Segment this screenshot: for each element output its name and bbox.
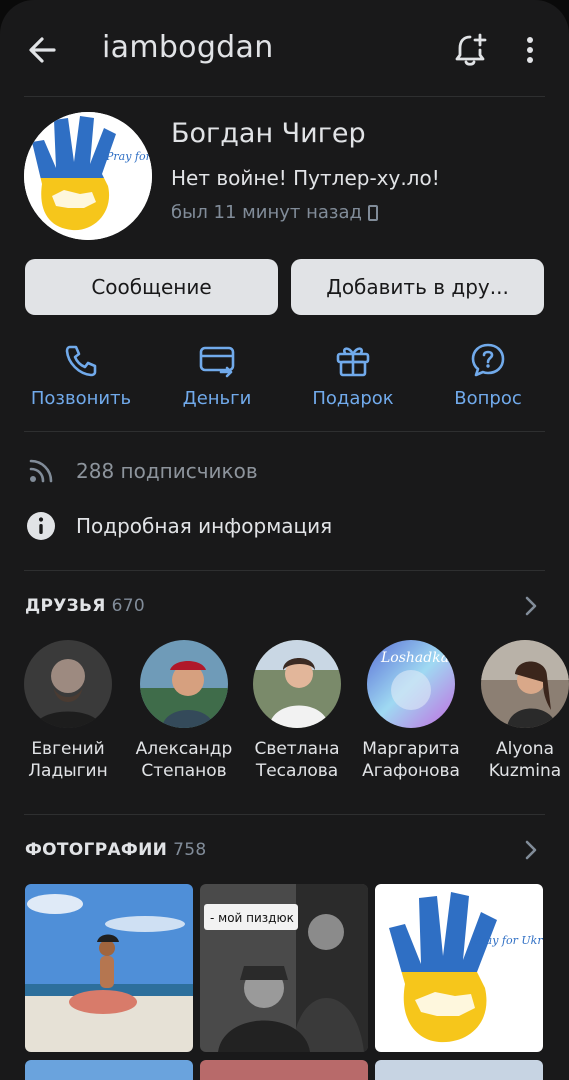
profile-name: Богдан Чигер — [171, 118, 366, 149]
message-button[interactable]: Сообщение — [25, 259, 278, 315]
photo-thumbnail[interactable]: Pray for Ukraine! — [375, 884, 543, 1052]
call-label: Позвонить — [30, 388, 132, 409]
friend-avatar — [253, 640, 341, 728]
divider — [24, 814, 545, 815]
money-action[interactable]: Деньги — [157, 340, 277, 409]
question-action[interactable]: Вопрос — [428, 340, 548, 409]
photos-header[interactable]: ФОТОГРАФИИ 758 — [25, 840, 206, 860]
friend-avatar — [481, 640, 569, 728]
friend-first-name: Александр — [135, 739, 233, 759]
rss-icon — [24, 456, 58, 486]
divider — [24, 96, 545, 97]
arrow-left-icon — [29, 37, 56, 63]
details-label: Подробная информация — [76, 514, 333, 538]
divider — [24, 570, 545, 571]
chevron-right-icon[interactable] — [522, 839, 540, 861]
ukraine-hand-image: Pray for Ukraine! — [24, 112, 152, 240]
friend-item[interactable]: Loshadka Маргарита Агафонова — [353, 640, 469, 782]
photo-thumbnail[interactable] — [25, 884, 193, 1052]
photos-count: 758 — [173, 840, 207, 860]
photo-caption: - мой пиздюк — [210, 911, 294, 925]
photo-thumbnail[interactable] — [25, 1060, 193, 1080]
friends-count: 670 — [111, 596, 145, 616]
friend-first-name: Alyona — [495, 739, 554, 759]
info-icon — [24, 511, 58, 541]
subscribers-row[interactable]: 288 подписчиков — [24, 456, 258, 486]
friend-avatar: Loshadka — [367, 640, 455, 728]
page-title: iambogdan — [102, 30, 274, 65]
loshadka-text: Loshadka — [380, 650, 449, 666]
photo-hand-text: Pray for Ukraine! — [472, 934, 543, 947]
profile-screen: iambogdan Pray for Богдан Чигер Нет войн… — [0, 0, 569, 1080]
friend-last-name: Ладыгин — [28, 761, 108, 781]
friend-item[interactable]: Александр Степанов — [126, 640, 242, 782]
gift-icon — [336, 347, 370, 377]
friends-header[interactable]: ДРУЗЬЯ 670 — [25, 596, 145, 616]
friend-last-name: Kuzmina — [488, 761, 562, 781]
profile-status: Нет войне! Путлер-ху.ло! — [171, 166, 440, 190]
more-vertical-icon — [527, 37, 533, 63]
friends-title: ДРУЗЬЯ — [25, 596, 106, 616]
question-icon — [471, 343, 505, 377]
more-button[interactable] — [518, 30, 542, 70]
back-button[interactable] — [24, 30, 64, 70]
phone-icon — [65, 345, 97, 377]
notifications-button[interactable] — [450, 30, 490, 70]
friend-first-name: Евгений — [31, 739, 105, 759]
add-friend-button[interactable]: Добавить в дру... — [291, 259, 544, 315]
divider — [24, 431, 545, 432]
details-row[interactable]: Подробная информация — [24, 511, 332, 541]
money-transfer-icon — [199, 346, 235, 378]
friend-item[interactable]: Alyona Kuzmina — [467, 640, 569, 782]
friend-last-name: Степанов — [141, 761, 227, 781]
chevron-right-icon[interactable] — [522, 595, 540, 617]
bell-plus-icon — [455, 33, 487, 66]
last-seen-text: был 11 минут назад — [171, 202, 362, 223]
last-seen: был 11 минут назад — [171, 202, 378, 223]
subscribers-count: 288 подписчиков — [76, 459, 258, 483]
friend-first-name: Маргарита — [362, 739, 460, 759]
photos-title: ФОТОГРАФИИ — [25, 840, 168, 860]
phone-icon — [367, 204, 378, 221]
call-action[interactable]: Позвонить — [21, 340, 141, 409]
photo-thumbnail[interactable]: - мой пиздюк — [200, 884, 368, 1052]
gift-action[interactable]: Подарок — [293, 340, 413, 409]
top-bar: iambogdan — [0, 0, 569, 96]
friend-last-name: Тесалова — [255, 761, 339, 781]
avatar-text: Pray for Ukraine! — [105, 150, 152, 163]
money-label: Деньги — [182, 388, 252, 409]
photo-thumbnail[interactable] — [200, 1060, 368, 1080]
friend-first-name: Светлана — [254, 739, 340, 759]
friend-item[interactable]: Светлана Тесалова — [239, 640, 355, 782]
question-label: Вопрос — [454, 388, 522, 409]
friend-avatar — [24, 640, 112, 728]
gift-label: Подарок — [312, 388, 394, 409]
photo-thumbnail[interactable] — [375, 1060, 543, 1080]
friend-item[interactable]: Евгений Ладыгин — [10, 640, 126, 782]
avatar[interactable]: Pray for Ukraine! — [24, 112, 152, 240]
friend-avatar — [140, 640, 228, 728]
friend-last-name: Агафонова — [362, 761, 460, 781]
